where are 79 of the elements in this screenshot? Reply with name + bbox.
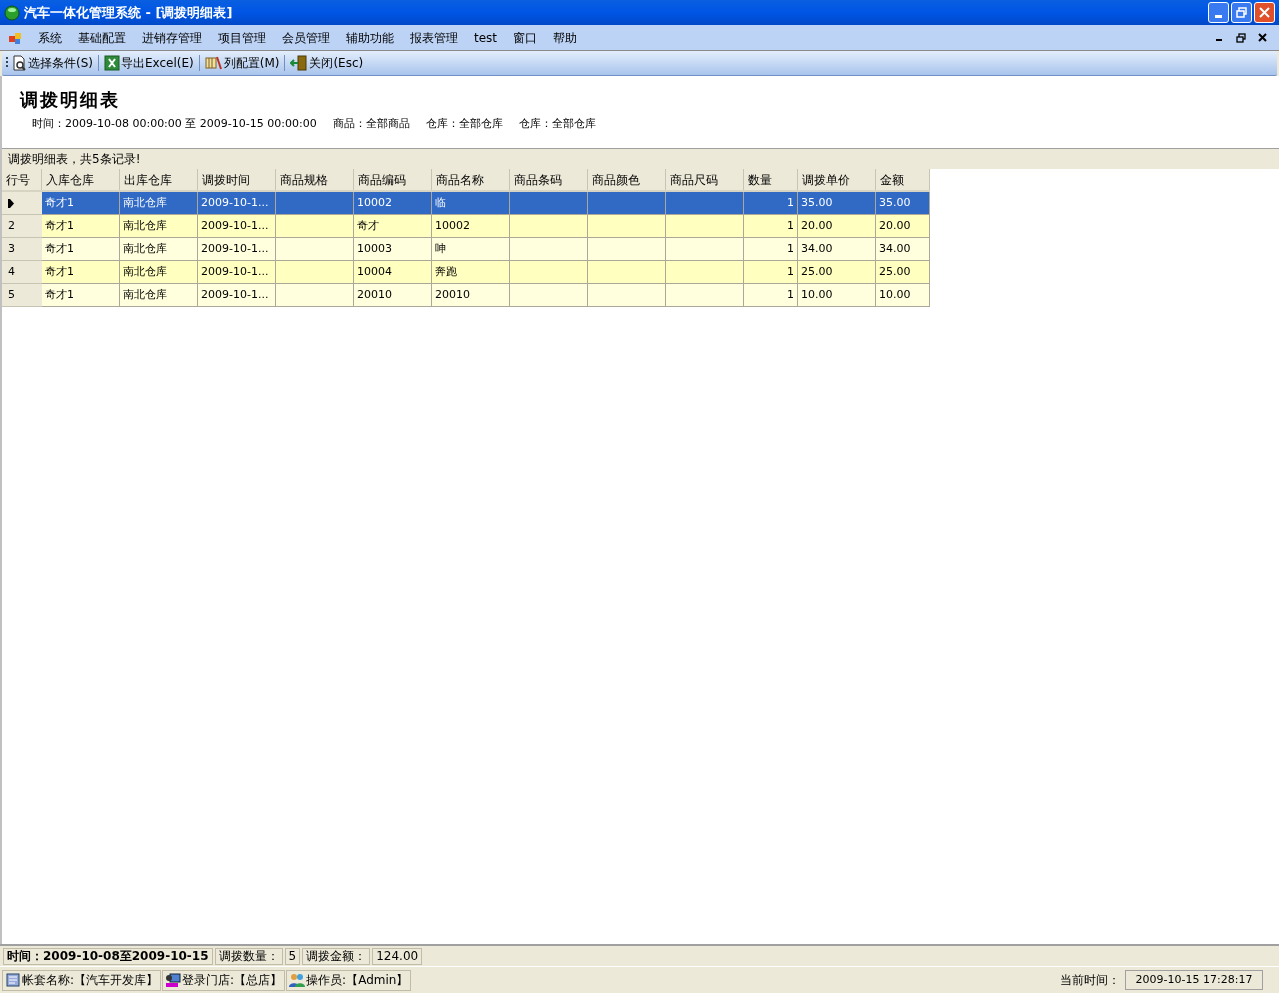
close-button[interactable]	[1254, 2, 1275, 23]
filter-text: 仓库：全部仓库	[518, 116, 596, 132]
column-header[interactable]: 商品条码	[510, 169, 588, 190]
menu-item[interactable]: 窗口	[505, 28, 546, 47]
close-icon	[1259, 7, 1270, 18]
table-cell: 1	[744, 284, 798, 307]
report-title: 调拨明细表	[20, 88, 120, 112]
menu-item[interactable]: 系统	[30, 28, 70, 47]
column-header[interactable]: 调拨单价	[798, 169, 876, 190]
menu-item[interactable]: 进销存管理	[134, 28, 210, 47]
row-pointer-icon	[8, 198, 14, 208]
table-cell: 2009-10-1...	[198, 284, 276, 307]
time-field: 2009-10-15 17:28:17	[1125, 970, 1263, 990]
table-cell: 10.00	[876, 284, 930, 307]
column-header[interactable]: 行号	[2, 169, 42, 190]
summary-value: 124.00	[372, 947, 423, 965]
column-header[interactable]: 数量	[744, 169, 798, 190]
restore-icon	[1236, 7, 1247, 18]
window-squares-icon	[8, 30, 22, 45]
grid-caption: 调拨明细表，共5条记录!	[8, 151, 141, 168]
menu-item[interactable]: 会员管理	[274, 28, 338, 47]
menu-item[interactable]: 帮助	[545, 28, 586, 47]
notebook-icon	[5, 972, 21, 988]
table-row[interactable]: 3 奇才1 南北仓库 2009-10-1... 10003 呻 1 34.00 34.00	[2, 238, 930, 261]
filter-text: 商品：全部商品	[332, 116, 410, 132]
toolbar-button[interactable]: 选择条件(S)	[9, 53, 95, 73]
table-cell: 南北仓库	[120, 284, 198, 307]
table-cell: 奇才1	[42, 284, 120, 307]
column-header[interactable]: 商品规格	[276, 169, 354, 190]
spreadsheet-icon	[104, 55, 120, 71]
row-number: 5	[8, 286, 15, 303]
status-text: 操作员:【Admin】	[306, 972, 409, 989]
menu-item[interactable]: 辅助功能	[338, 28, 402, 47]
summary-value: 5	[284, 947, 301, 965]
column-header[interactable]: 商品尺码	[666, 169, 744, 190]
filter-text: 仓库：全部仓库	[425, 116, 503, 132]
restore-button[interactable]	[1231, 2, 1252, 23]
menu-item[interactable]: 项目管理	[210, 28, 274, 47]
time-label: 当前时间：	[1060, 972, 1120, 989]
summary-label: 调拨数量：	[214, 947, 283, 965]
magnifier-page-icon	[11, 55, 27, 71]
table-cell: 20010	[354, 284, 432, 307]
column-header[interactable]: 调拨时间	[198, 169, 276, 190]
grip-icon	[6, 56, 9, 70]
toolbar-button[interactable]: 关闭(Esc)	[288, 53, 366, 73]
row-number: 2	[8, 217, 15, 234]
column-header[interactable]: 商品颜色	[588, 169, 666, 190]
column-header[interactable]: 商品编码	[354, 169, 432, 190]
row-number: 4	[8, 263, 15, 280]
close-icon[interactable]	[1258, 33, 1267, 42]
users-icon	[289, 972, 306, 988]
toolbar-button[interactable]: 列配置(M)	[202, 53, 282, 73]
table-row[interactable]: 奇才1 南北仓库 2009-10-1... 10002 临 1 35.00 35.00	[2, 192, 930, 215]
column-header[interactable]: 入库仓库	[42, 169, 120, 190]
summary-label: 时间：2009-10-08至2009-10-15	[3, 947, 213, 965]
restore-icon[interactable]	[1236, 32, 1246, 43]
row-number: 3	[8, 240, 15, 257]
filter-text: 时间：2009-10-08 00:00:00 至 2009-10-15 00:00:00	[32, 116, 317, 132]
toolbar-button[interactable]: 导出Excel(E)	[102, 53, 196, 73]
summary-label: 调拨金额：	[302, 947, 371, 965]
column-header[interactable]: 金额	[876, 169, 930, 190]
status-text: 帐套名称:【汽车开发库】	[22, 972, 159, 989]
table-row[interactable]: 5 奇才1 南北仓库 2009-10-1... 20010 20010 1 10.00 10.00	[2, 284, 930, 307]
table-cell: 10.00	[798, 284, 876, 307]
table-row[interactable]: 4 奇才1 南北仓库 2009-10-1... 10004 奔跑 1 25.00 25.00	[2, 261, 930, 284]
table-cell: 20010	[432, 284, 510, 307]
computer-user-icon	[165, 972, 182, 988]
menu-item[interactable]: 基础配置	[70, 28, 134, 47]
status-text: 登录门店:【总店】	[182, 972, 283, 989]
menu-item[interactable]: 报表管理	[402, 28, 466, 47]
minimize-button[interactable]	[1208, 2, 1229, 23]
window-title: 汽车一体化管理系统 - [调拨明细表]	[24, 3, 233, 22]
columns-icon	[204, 55, 223, 71]
table-row[interactable]: 2 奇才1 南北仓库 2009-10-1... 奇才 10002 1 20.00 20.00	[2, 215, 930, 238]
app-logo-icon	[4, 4, 20, 21]
column-header[interactable]: 商品名称	[432, 169, 510, 190]
menu-item[interactable]: test	[466, 28, 506, 47]
door-exit-icon	[290, 55, 309, 71]
column-header[interactable]: 出库仓库	[120, 169, 198, 190]
